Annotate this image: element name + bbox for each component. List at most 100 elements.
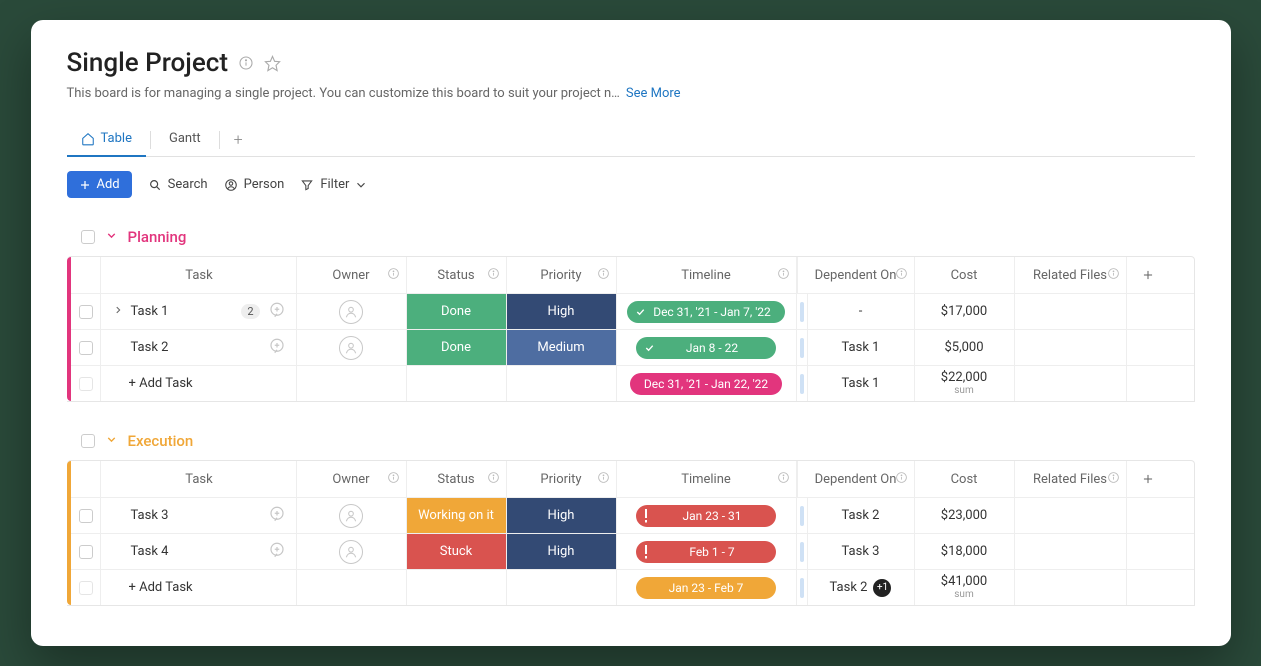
owner-cell[interactable] [297,294,407,329]
header-owner[interactable]: Owner [297,257,407,293]
files-cell[interactable] [1015,330,1127,365]
owner-cell[interactable] [297,330,407,365]
add-task-button[interactable]: + Add Task [101,366,297,401]
group-title[interactable]: Planning [128,228,187,246]
status-cell[interactable]: Done [407,330,507,365]
header-dependent[interactable]: Dependent On [797,461,915,497]
owner-cell[interactable] [297,498,407,533]
header-files[interactable]: Related Files [1015,461,1127,497]
person-filter-button[interactable]: Person [224,177,285,192]
status-cell[interactable]: Done [407,294,507,329]
cost-cell[interactable]: $23,000 [915,498,1015,533]
info-icon[interactable] [487,471,500,488]
group-title[interactable]: Execution [128,432,194,450]
timeline-cell[interactable]: Jan 23 - 31 [617,498,797,533]
timeline-cell[interactable]: Dec 31, '21 - Jan 7, '22 [617,294,797,329]
info-icon[interactable] [895,471,908,488]
info-icon[interactable] [597,267,610,284]
header-status[interactable]: Status [407,257,507,293]
info-icon[interactable] [387,471,400,488]
row-checkbox[interactable] [79,305,93,319]
owner-cell[interactable] [297,534,407,569]
priority-cell[interactable]: High [507,534,617,569]
star-icon[interactable] [264,55,281,72]
row-checkbox[interactable] [79,509,93,523]
cost-cell[interactable]: $17,000 [915,294,1015,329]
tab-gantt[interactable]: Gantt [155,123,215,156]
header-checkbox-cell [67,257,101,293]
dependent-cell[interactable]: Task 2 [807,498,915,533]
info-icon[interactable] [487,267,500,284]
priority-cell[interactable]: High [507,498,617,533]
timeline-cell[interactable]: Jan 8 - 22 [617,330,797,365]
header-timeline[interactable]: Timeline [617,461,797,497]
header-priority[interactable]: Priority [507,461,617,497]
files-cell[interactable] [1015,534,1127,569]
info-icon[interactable] [387,267,400,284]
row-checkbox[interactable] [79,545,93,559]
dependent-cell[interactable]: - [807,294,915,329]
group-checkbox[interactable] [81,434,95,448]
priority-cell[interactable]: High [507,294,617,329]
header-dependent[interactable]: Dependent On [797,257,915,293]
header-files[interactable]: Related Files [1015,257,1127,293]
search-button[interactable]: Search [148,177,208,192]
dependent-cell[interactable]: Task 1 [807,330,915,365]
info-icon[interactable] [895,267,908,284]
empty-cell [1127,330,1169,365]
row-checkbox[interactable] [79,581,93,595]
info-icon[interactable] [1107,267,1120,284]
tab-table[interactable]: Table [67,123,146,156]
group-checkbox[interactable] [81,230,95,244]
table-footer-row: + Add Task Jan 23 - Feb 7 Task 2+1 $41,0… [67,569,1194,605]
board-title[interactable]: Single Project [67,48,229,78]
task-cell[interactable]: Task 1 2 [101,294,297,329]
chevron-down-icon[interactable] [105,229,118,246]
table-header-row: Task Owner Status Priority Timeline Depe… [67,461,1194,497]
chevron-down-icon[interactable] [105,433,118,450]
conversation-icon[interactable] [268,337,286,359]
header-owner[interactable]: Owner [297,461,407,497]
header-cost[interactable]: Cost [915,461,1015,497]
add-view-button[interactable]: + [224,124,253,155]
cost-cell[interactable]: $5,000 [915,330,1015,365]
filter-button[interactable]: Filter [300,177,368,192]
tab-separator [219,131,220,149]
task-cell[interactable]: Task 3 [101,498,297,533]
cost-cell[interactable]: $18,000 [915,534,1015,569]
info-icon[interactable] [1107,471,1120,488]
status-cell[interactable]: Stuck [407,534,507,569]
header-status[interactable]: Status [407,461,507,497]
expand-icon[interactable] [113,304,123,319]
header-task[interactable]: Task [101,257,297,293]
files-cell[interactable] [1015,294,1127,329]
row-checkbox[interactable] [79,377,93,391]
add-column-button[interactable] [1127,461,1169,497]
priority-cell[interactable]: Medium [507,330,617,365]
info-icon[interactable] [777,471,790,488]
task-cell[interactable]: Task 4 [101,534,297,569]
see-more-link[interactable]: See More [626,86,681,101]
files-cell[interactable] [1015,498,1127,533]
info-icon[interactable] [777,267,790,284]
add-column-button[interactable] [1127,257,1169,293]
alert-icon [644,545,648,559]
header-timeline[interactable]: Timeline [617,257,797,293]
dependent-cell[interactable]: Task 3 [807,534,915,569]
add-task-button[interactable]: + Add Task [101,570,297,605]
conversation-icon[interactable] [268,505,286,527]
table-row: Task 1 2 Done High Dec 31, '21 - Jan 7, … [67,293,1194,329]
conversation-icon[interactable] [268,301,286,323]
add-button[interactable]: Add [67,171,132,198]
info-icon[interactable] [597,471,610,488]
conversation-icon[interactable] [268,541,286,563]
info-icon[interactable] [238,55,254,71]
timeline-cell[interactable]: Feb 1 - 7 [617,534,797,569]
dependent-extra-badge[interactable]: +1 [873,579,891,597]
header-task[interactable]: Task [101,461,297,497]
header-cost[interactable]: Cost [915,257,1015,293]
status-cell[interactable]: Working on it [407,498,507,533]
header-priority[interactable]: Priority [507,257,617,293]
row-checkbox[interactable] [79,341,93,355]
task-cell[interactable]: Task 2 [101,330,297,365]
